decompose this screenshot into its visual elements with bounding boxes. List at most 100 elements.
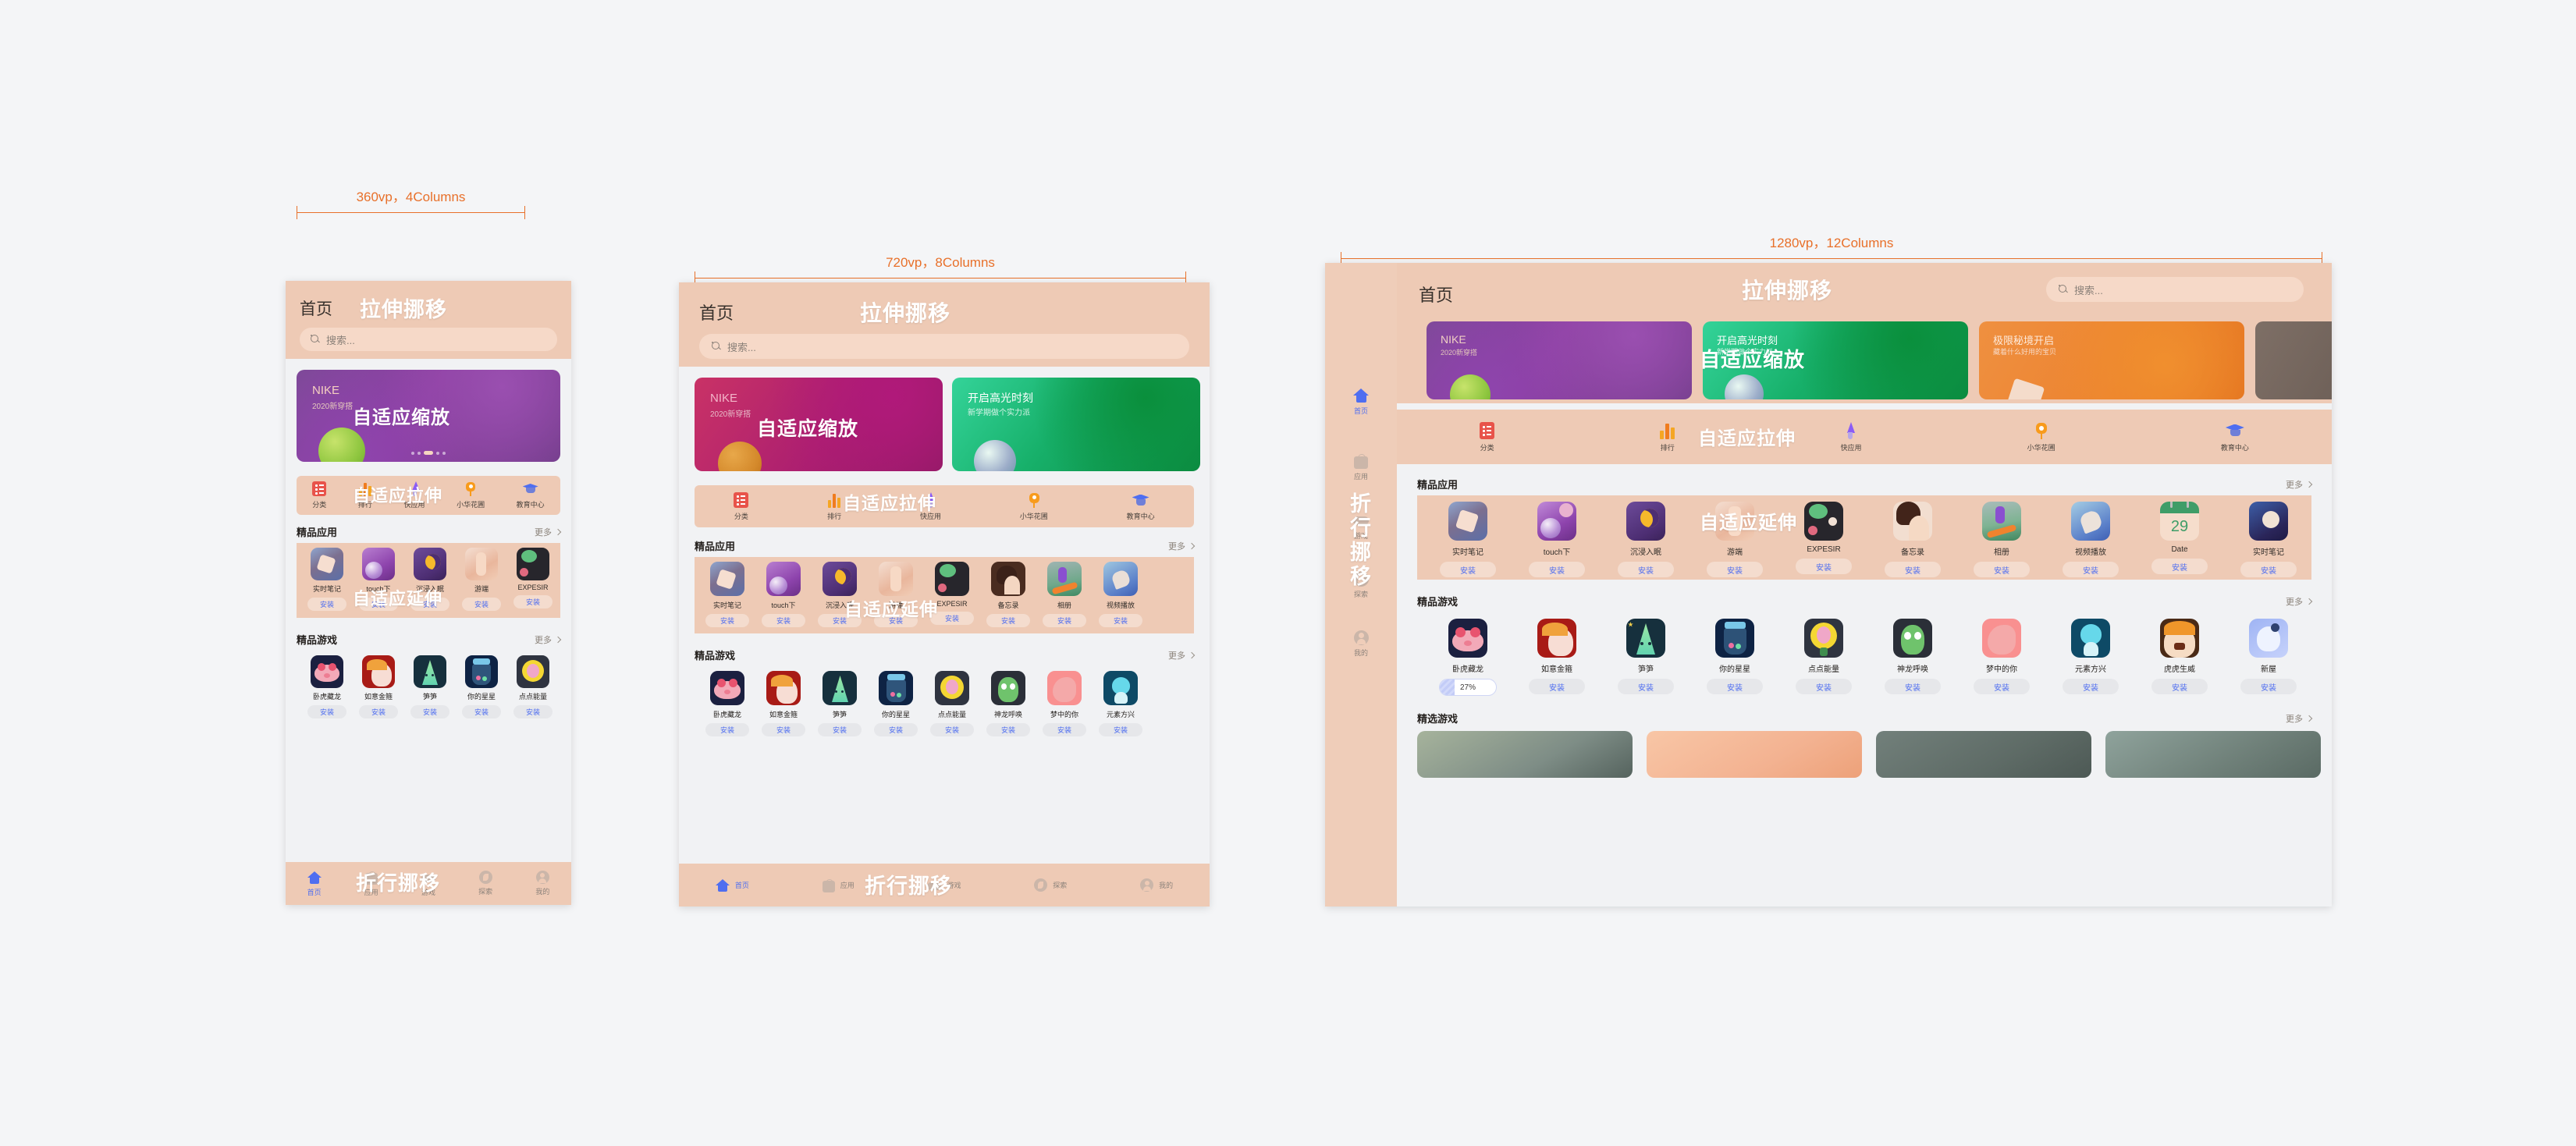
banner-card[interactable]: 开启高光时刻 新学期做个实力派 bbox=[1703, 321, 1968, 399]
install-button[interactable]: 安装 bbox=[1707, 679, 1763, 694]
search-input[interactable]: 搜索... bbox=[2046, 277, 2304, 302]
install-button[interactable]: 安装 bbox=[2063, 679, 2119, 694]
more-link-games[interactable]: 更多 bbox=[2286, 595, 2313, 608]
game-tile[interactable]: 点点能量 安装 bbox=[1779, 619, 1868, 697]
quicklink-fenlei[interactable]: 分类 bbox=[734, 491, 749, 521]
quicklink-fenlei[interactable]: 分类 bbox=[312, 481, 326, 509]
install-button[interactable]: 安装 bbox=[1796, 559, 1852, 574]
game-tile[interactable]: 元素方兴 安装 bbox=[2046, 619, 2135, 697]
phone-tabbar[interactable]: 首页 应用 游戏 探索 我的 bbox=[286, 862, 571, 905]
install-button[interactable]: 安装 bbox=[874, 723, 918, 736]
tab-home[interactable]: 首页 bbox=[1353, 388, 1369, 416]
app-tile[interactable]: 29 Date 安装 bbox=[2135, 502, 2224, 580]
tab-mine[interactable]: 我的 bbox=[535, 871, 549, 896]
app-tile[interactable]: EXPESIR 安装 bbox=[924, 562, 980, 633]
install-button[interactable]: 安装 bbox=[930, 612, 974, 625]
app-tile[interactable]: 游端 安装 bbox=[868, 562, 924, 633]
app-tile[interactable]: 沉浸入眠 安装 bbox=[1601, 502, 1690, 580]
game-tile[interactable]: 梦中的你 安装 bbox=[1957, 619, 2046, 697]
quicklink-jiaoyuzhongxin[interactable]: 教育中心 bbox=[517, 481, 545, 509]
search-input[interactable]: 搜索... bbox=[300, 328, 557, 351]
app-tile[interactable]: 实时笔记 安装 bbox=[1423, 502, 1512, 580]
quicklink-kuaiyingyong[interactable]: 快应用 bbox=[403, 481, 425, 509]
tab-explore[interactable]: 探索 bbox=[1034, 878, 1067, 892]
app-tile[interactable]: 备忘录 安装 bbox=[980, 562, 1036, 633]
download-progress[interactable]: 27% bbox=[1439, 679, 1497, 696]
banner-card[interactable]: NIKE 2020新穿搭 bbox=[695, 378, 943, 471]
quicklink-jiaoyuzhongxin[interactable]: 教育中心 bbox=[2221, 422, 2249, 452]
install-button[interactable]: 安装 bbox=[1440, 562, 1496, 577]
phone-game-row[interactable]: 卧虎藏龙 安装 如意金箍 安装 笋笋 安装 你的星星 安装 点点能量 安装 bbox=[297, 651, 560, 726]
tablet-game-row[interactable]: 卧虎藏龙 安装 如意金箍 安装 笋笋 安装 你的星星 安装 点点能量 安装 神龙… bbox=[695, 666, 1194, 743]
phone-quicklinks[interactable]: 分类 排行 快应用 小华花圃 教育中心 bbox=[297, 476, 560, 515]
install-button[interactable]: 安装 bbox=[762, 614, 805, 627]
app-tile[interactable]: EXPESIR 安装 bbox=[509, 548, 557, 618]
game-tile[interactable]: 点点能量 安装 bbox=[924, 671, 980, 743]
more-link-games[interactable]: 更多 bbox=[535, 633, 562, 646]
quicklink-xiaohuahuapu[interactable]: 小华花圃 bbox=[1020, 492, 1048, 521]
game-tile[interactable]: 如意金箍 安装 bbox=[1512, 619, 1601, 697]
game-tile[interactable]: 笋笋 安装 bbox=[406, 655, 454, 726]
install-button[interactable]: 安装 bbox=[986, 723, 1030, 736]
game-tile[interactable]: 神龙呼唤 安装 bbox=[1868, 619, 1957, 697]
tab-apps[interactable]: 应用 bbox=[1353, 453, 1368, 481]
install-button[interactable]: 安装 bbox=[1885, 562, 1941, 577]
app-tile[interactable]: 备忘录 安装 bbox=[1868, 502, 1957, 580]
featured-card[interactable] bbox=[1417, 731, 1633, 778]
install-button[interactable]: 安装 bbox=[513, 595, 553, 608]
game-tile[interactable]: 如意金箍 安装 bbox=[755, 671, 812, 743]
install-button[interactable]: 安装 bbox=[1974, 679, 2030, 694]
tab-games[interactable]: 游戏 bbox=[1353, 513, 1369, 541]
install-button[interactable]: 安装 bbox=[874, 614, 918, 627]
quicklink-jiaoyuzhongxin[interactable]: 教育中心 bbox=[1127, 492, 1155, 521]
tab-mine[interactable]: 我的 bbox=[1353, 630, 1369, 658]
featured-card[interactable] bbox=[1647, 731, 1862, 778]
install-button[interactable]: 安装 bbox=[462, 705, 501, 718]
banner-card[interactable]: NIKE 2020新穿搭 bbox=[1427, 321, 1692, 399]
app-tile[interactable]: 实时笔记 安装 bbox=[2224, 502, 2313, 580]
app-tile[interactable]: 相册 安装 bbox=[1957, 502, 2046, 580]
app-tile[interactable]: touch下 安装 bbox=[1512, 502, 1601, 580]
install-button[interactable]: 安装 bbox=[1618, 679, 1674, 694]
game-tile[interactable]: 神龙呼唤 安装 bbox=[980, 671, 1036, 743]
tablet-app-row[interactable]: 实时笔记 安装 touch下 安装 沉浸入眠 安装 游端 安装 EXPESIR … bbox=[695, 557, 1194, 633]
install-button[interactable]: 安装 bbox=[359, 598, 398, 611]
banner-card[interactable]: 极限秘境开启 藏着什么好用的宝贝 bbox=[1979, 321, 2244, 399]
install-button[interactable]: 安装 bbox=[930, 723, 974, 736]
game-tile[interactable]: 卧虎藏龙 安装 bbox=[303, 655, 351, 726]
tab-apps[interactable]: 应用 bbox=[822, 878, 855, 892]
tab-home[interactable]: 首页 bbox=[307, 871, 322, 897]
install-button[interactable]: 安装 bbox=[2240, 562, 2297, 577]
app-tile[interactable]: EXPESIR 安装 bbox=[1779, 502, 1868, 580]
featured-card[interactable] bbox=[2105, 731, 2321, 778]
tablet-tabbar[interactable]: 首页 应用 游戏 探索 我的 bbox=[679, 864, 1210, 907]
install-button[interactable]: 安装 bbox=[307, 705, 346, 718]
banner-card[interactable] bbox=[2255, 321, 2332, 399]
app-tile[interactable]: 游端 安装 bbox=[1690, 502, 1779, 580]
quicklink-paihang[interactable]: 排行 bbox=[1660, 422, 1675, 452]
game-tile[interactable]: 卧虎藏龙 27% bbox=[1423, 619, 1512, 697]
tablet-banner-carousel[interactable]: NIKE 2020新穿搭 开启高光时刻 新学期做个实力派 bbox=[695, 378, 1210, 471]
app-tile[interactable]: 实时笔记 安装 bbox=[303, 548, 351, 618]
quicklink-paihang[interactable]: 排行 bbox=[827, 492, 841, 521]
desktop-quicklinks[interactable]: 分类 排行 快应用 小华花圃 教育中心 bbox=[1397, 410, 2332, 464]
app-tile[interactable]: 游端 安装 bbox=[457, 548, 506, 618]
more-link-apps[interactable]: 更多 bbox=[2286, 478, 2313, 491]
install-button[interactable]: 安装 bbox=[307, 598, 346, 611]
desktop-banner-carousel[interactable]: NIKE 2020新穿搭 开启高光时刻 新学期做个实力派 极限秘境开启 藏着什么… bbox=[1427, 321, 2332, 399]
install-button[interactable]: 安装 bbox=[1099, 614, 1142, 627]
install-button[interactable]: 安装 bbox=[818, 614, 862, 627]
banner-card[interactable]: 开启高光时刻 新学期做个实力派 bbox=[952, 378, 1200, 471]
game-tile[interactable]: 笋笋 安装 bbox=[812, 671, 868, 743]
install-button[interactable]: 安装 bbox=[986, 614, 1030, 627]
install-button[interactable]: 安装 bbox=[1099, 723, 1142, 736]
tab-explore[interactable]: 探索 bbox=[1353, 572, 1369, 599]
install-button[interactable]: 安装 bbox=[705, 723, 749, 736]
app-tile[interactable]: 实时笔记 安装 bbox=[699, 562, 755, 633]
quicklink-kuaiyingyong[interactable]: 快应用 bbox=[1840, 421, 1861, 452]
install-button[interactable]: 安装 bbox=[1974, 562, 2030, 577]
quicklink-xiaohuahuapu[interactable]: 小华花圃 bbox=[2027, 422, 2055, 452]
app-tile[interactable]: 沉浸入眠 安装 bbox=[406, 548, 454, 618]
game-tile[interactable]: 点点能量 安装 bbox=[509, 655, 557, 726]
featured-card[interactable] bbox=[1876, 731, 2091, 778]
